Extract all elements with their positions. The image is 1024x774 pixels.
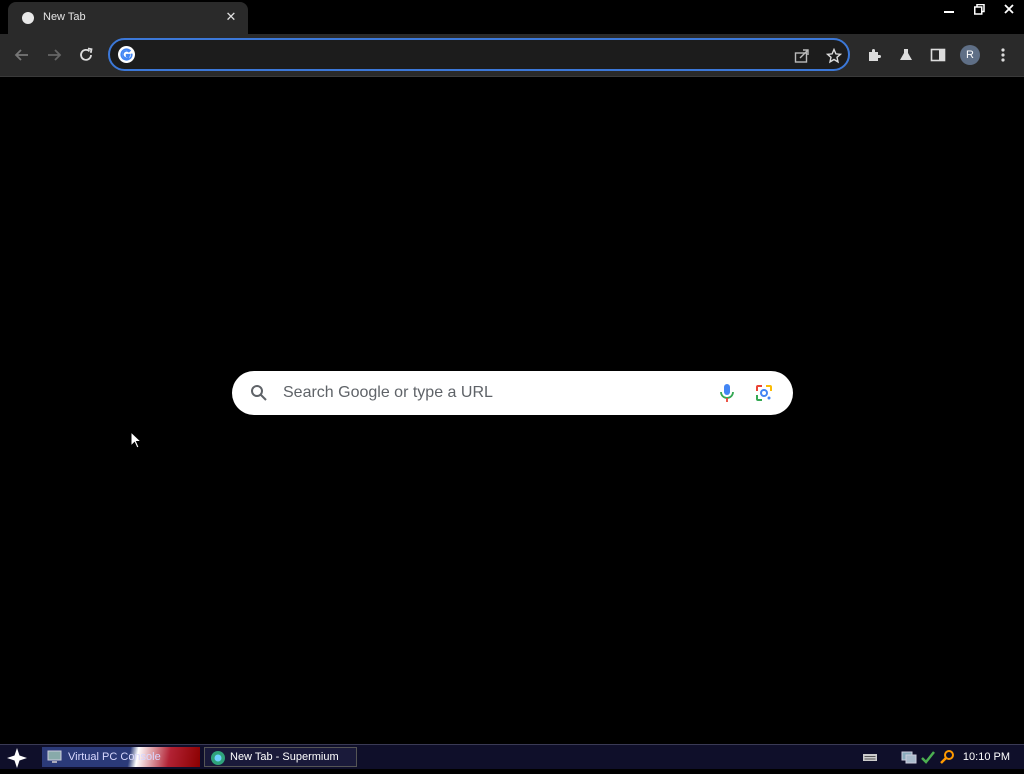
microphone-icon[interactable] [718,383,736,403]
keyboard-icon[interactable] [862,749,878,765]
browser-icon [210,750,226,766]
mouse-cursor-icon [130,430,143,449]
back-arrow-icon[interactable] [9,42,35,68]
taskbar-item-label: New Tab - Supermium [230,751,339,763]
globe-icon [22,12,34,24]
taskbar: Virtual PC Console New Tab - Supermium 1… [0,744,1024,769]
share-icon[interactable] [792,46,812,66]
kebab-menu-icon[interactable] [990,42,1016,68]
flask-icon[interactable] [893,42,919,68]
forward-arrow-icon[interactable] [41,42,67,68]
taskbar-clock: 10:10 PM [962,751,1010,763]
close-icon[interactable] [994,0,1024,18]
check-icon[interactable] [920,749,936,765]
address-input[interactable] [144,46,788,66]
close-icon[interactable]: ✕ [224,10,238,24]
google-g-icon [118,46,135,63]
side-panel-icon[interactable] [925,42,951,68]
ntp-search-box[interactable]: Search Google or type a URL [232,371,793,415]
star-icon[interactable] [824,46,844,66]
minimize-icon[interactable] [934,0,964,18]
browser-toolbar: R [0,34,1024,77]
camera-lens-icon[interactable] [754,383,774,403]
magnifier-icon [250,384,268,402]
window-controls [934,0,1024,18]
star-start-icon[interactable] [6,747,28,769]
restore-icon[interactable] [964,0,994,18]
tab-new-tab[interactable]: New Tab ✕ [8,2,248,34]
puzzle-icon[interactable] [861,42,887,68]
taskbar-item-new-tab[interactable]: New Tab - Supermium [204,747,357,767]
profile-avatar[interactable]: R [960,45,980,65]
tab-strip: New Tab ✕ [0,0,1024,34]
magnifier-icon[interactable] [939,749,955,765]
search-placeholder: Search Google or type a URL [283,384,493,401]
taskbar-item-virtual-pc[interactable]: Virtual PC Console [42,747,200,767]
taskbar-item-label: Virtual PC Console [68,751,161,763]
reload-icon[interactable] [73,42,99,68]
tab-title: New Tab [43,11,86,23]
address-bar[interactable] [108,38,850,71]
network-icon[interactable] [901,749,917,765]
monitor-icon [47,749,63,765]
system-tray: 10:10 PM [859,747,1024,767]
